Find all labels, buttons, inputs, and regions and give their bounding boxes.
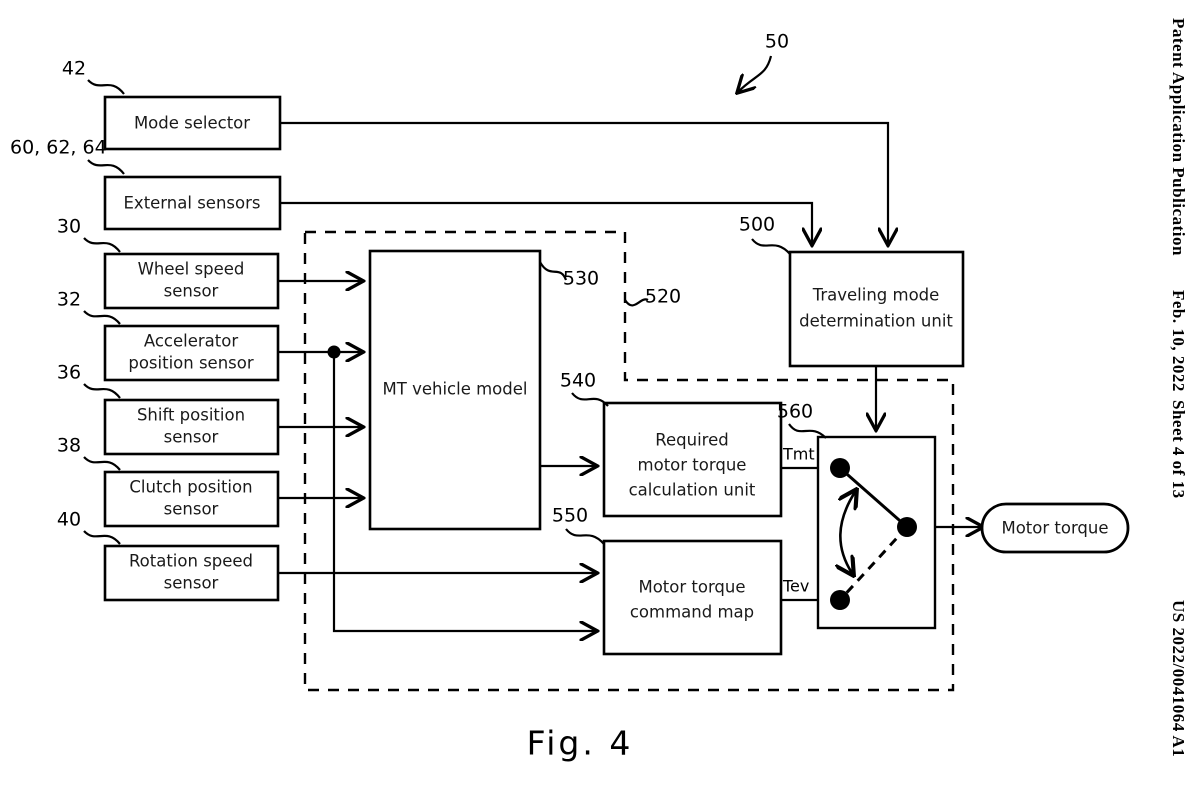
ref-numeral-50: 50: [765, 31, 789, 53]
block-motor-torque-command-map[interactable]: [602, 539, 783, 656]
block-traveling-mode-determination-unit-label-1: Traveling mode: [812, 286, 940, 305]
leader-line-42: [87, 79, 125, 95]
block-required-motor-torque-calculation-unit-label-1: Required: [655, 431, 728, 450]
figure-4-diagram: Mode selector External sensors Wheel spe…: [10, 31, 1130, 763]
switch-common-dot[interactable]: [897, 517, 917, 537]
signal-label-tev: Tev: [782, 577, 809, 596]
block-shift-position-sensor-label-2: sensor: [164, 428, 219, 447]
block-mt-vehicle-model-label: MT vehicle model: [383, 380, 528, 399]
leader-line-540: [571, 392, 609, 407]
block-wheel-speed-sensor-label-2: sensor: [164, 282, 219, 301]
ref-numeral-560: 560: [777, 401, 813, 423]
block-accelerator-position-sensor-label-1: Accelerator: [144, 332, 238, 351]
block-traveling-mode-determination-unit-label-2: determination unit: [799, 312, 953, 331]
block-rotation-speed-sensor-label-1: Rotation speed: [129, 552, 253, 571]
junction-dot-accelerator: [327, 345, 341, 359]
leader-line-36: [83, 383, 121, 399]
margin-sheet-text: Sheet 4 of 13: [1169, 400, 1188, 499]
block-traveling-mode-determination-unit[interactable]: [788, 250, 965, 368]
block-required-motor-torque-calculation-unit-label-2: motor torque: [638, 456, 747, 475]
figure-caption: Fig. 4: [527, 724, 634, 763]
ref-numeral-60-62-64: 60, 62, 64: [10, 137, 107, 159]
block-shift-position-sensor-label-1: Shift position: [137, 406, 245, 425]
ref-numeral-40: 40: [57, 509, 81, 531]
block-clutch-position-sensor-label-2: sensor: [164, 500, 219, 519]
block-mode-selector-label: Mode selector: [134, 114, 250, 133]
leader-line-500: [751, 238, 791, 255]
ref-numeral-500: 500: [739, 214, 775, 236]
margin-publication-text: Patent Application Publication: [1169, 18, 1188, 256]
margin-publication-number-text: US 2022/0041064 A1: [1169, 600, 1188, 758]
block-required-motor-torque-calculation-unit-label-3: calculation unit: [629, 481, 756, 500]
ref-numeral-530: 530: [563, 268, 599, 290]
leader-line-38: [83, 456, 121, 471]
switch-contact-tmt-dot[interactable]: [830, 458, 850, 478]
block-external-sensors-label: External sensors: [124, 194, 261, 213]
block-motor-torque-command-map-label-1: Motor torque: [638, 578, 745, 597]
ref-numeral-42: 42: [62, 58, 86, 80]
wire-external-sensors-to-traveling-mode: [280, 201, 812, 244]
ref-numeral-30: 30: [57, 216, 81, 238]
block-accelerator-position-sensor-label-2: position sensor: [128, 354, 253, 373]
block-wheel-speed-sensor-label-1: Wheel speed: [138, 260, 245, 279]
ref-numeral-540: 540: [560, 370, 596, 392]
patent-figure-page: Mode selector External sensors Wheel spe…: [0, 0, 1200, 804]
leader-line-50: [738, 55, 773, 92]
signal-label-tmt: Tmt: [782, 445, 815, 464]
ref-numeral-36: 36: [57, 362, 81, 384]
leader-line-550: [565, 528, 605, 545]
ref-numeral-32: 32: [57, 289, 81, 311]
leader-line-32: [83, 310, 121, 325]
block-motor-torque-output-label: Motor torque: [1001, 519, 1108, 538]
leader-line-30: [83, 237, 121, 253]
block-motor-torque-command-map-label-2: command map: [630, 603, 754, 622]
ref-numeral-550: 550: [552, 505, 588, 527]
leader-line-60-62-64: [87, 159, 125, 175]
ref-numeral-38: 38: [57, 435, 81, 457]
block-rotation-speed-sensor-label-2: sensor: [164, 574, 219, 593]
wire-mode-selector-to-traveling-mode: [280, 121, 888, 244]
block-clutch-position-sensor-label-1: Clutch position: [129, 478, 252, 497]
margin-date-text: Feb. 10, 2022: [1169, 290, 1188, 392]
leader-line-40: [83, 530, 121, 545]
switch-contact-tev-dot[interactable]: [830, 590, 850, 610]
ref-numeral-520: 520: [645, 286, 681, 308]
